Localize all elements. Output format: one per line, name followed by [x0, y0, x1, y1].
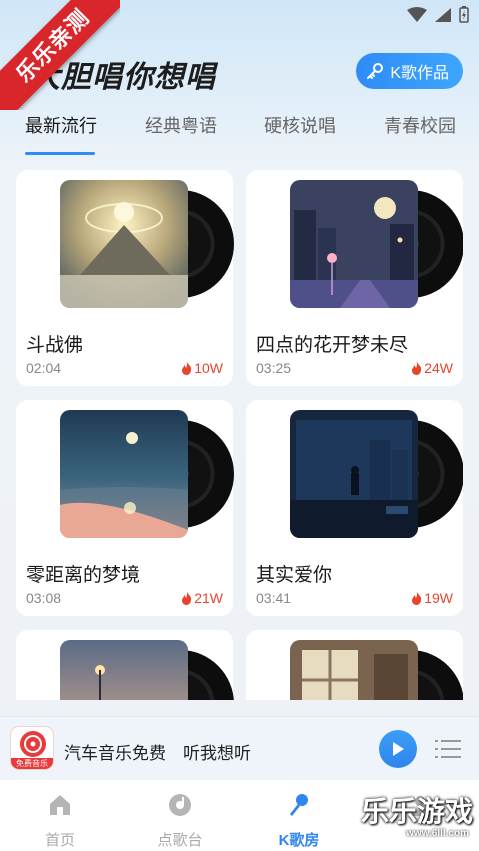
signal-icon — [435, 7, 451, 22]
category-tabs: 最新流行 经典粤语 硬核说唱 青春校园 — [0, 112, 479, 152]
play-count: 19W — [411, 590, 453, 606]
play-count-value: 21W — [194, 590, 223, 606]
nav-home-label: 首页 — [44, 832, 75, 849]
song-title: 四点的花开梦未尽 — [256, 335, 409, 356]
song-card[interactable]: 其实爱你 03:41 19W — [246, 400, 463, 616]
play-count: 21W — [181, 590, 223, 606]
album-cover — [60, 180, 188, 308]
watermark: 乐乐游戏 www.6lll.com — [359, 790, 479, 851]
nav-song-request-label: 点歌台 — [157, 832, 203, 849]
song-card[interactable] — [16, 630, 234, 700]
album-cover — [60, 410, 188, 538]
fire-icon — [412, 361, 422, 375]
nav-k-room[interactable]: K歌房 — [259, 792, 339, 850]
battery-icon — [459, 6, 469, 23]
album-cover — [290, 410, 418, 538]
home-icon — [50, 795, 70, 815]
watermark-url: www.6lll.com — [406, 828, 469, 839]
ribbon-text: 乐乐亲测 — [0, 0, 120, 110]
nav-song-request[interactable]: 点歌台 — [140, 792, 220, 850]
album-cover — [290, 180, 418, 308]
play-count-value: 19W — [424, 590, 453, 606]
song-title: 斗战佛 — [26, 335, 84, 356]
tab-hardcore-rap[interactable]: 硬核说唱 — [264, 112, 336, 138]
song-card[interactable] — [246, 630, 463, 700]
tab-latest[interactable]: 最新流行 — [25, 112, 97, 138]
song-card[interactable]: 零距离的梦境 03:08 21W — [16, 400, 234, 616]
song-duration: 02:04 — [26, 360, 62, 376]
play-count: 24W — [411, 360, 453, 376]
song-title: 零距离的梦境 — [26, 565, 141, 586]
playlist-icon[interactable] — [435, 737, 461, 761]
song-duration: 03:41 — [256, 590, 292, 606]
fire-icon — [182, 361, 192, 375]
microphone-icon — [290, 794, 308, 816]
app-logo: 免费音乐 — [10, 726, 54, 770]
mini-player[interactable]: 免费音乐 汽车音乐免费 听我想听 — [0, 716, 479, 780]
play-count: 10W — [181, 360, 223, 376]
fire-icon — [412, 591, 422, 605]
song-title: 其实爱你 — [256, 565, 333, 586]
play-icon — [393, 742, 404, 756]
play-button[interactable] — [379, 730, 417, 768]
song-duration: 03:08 — [26, 590, 62, 606]
album-cover — [60, 640, 188, 700]
fire-icon — [182, 591, 192, 605]
album-cover — [290, 640, 418, 700]
song-grid: 斗战佛 02:04 10W 四点的花开梦未尽 03:25 24W 零距离的梦境 … — [16, 170, 463, 700]
tab-cantonese[interactable]: 经典粤语 — [145, 112, 217, 138]
app-logo-label: 免费音乐 — [11, 758, 53, 769]
wifi-icon — [407, 6, 427, 22]
key-icon — [367, 63, 384, 79]
k-works-button[interactable]: K歌作品 — [356, 53, 463, 89]
music-disc-logo-icon — [20, 731, 46, 757]
player-title: 汽车音乐免费 听我想听 — [64, 744, 251, 763]
corner-ribbon: 乐乐亲测 — [0, 0, 120, 110]
song-card[interactable]: 四点的花开梦未尽 03:25 24W — [246, 170, 463, 386]
nav-home[interactable]: 首页 — [20, 792, 100, 850]
k-works-label: K歌作品 — [390, 65, 449, 82]
song-card[interactable]: 斗战佛 02:04 10W — [16, 170, 234, 386]
tab-indicator — [25, 152, 95, 155]
tab-campus[interactable]: 青春校园 — [384, 112, 456, 138]
watermark-text: 乐乐游戏 — [360, 796, 473, 827]
play-count-value: 24W — [424, 360, 453, 376]
play-count-value: 10W — [194, 360, 223, 376]
nav-k-room-label: K歌房 — [278, 832, 320, 849]
disc-icon — [169, 794, 191, 816]
song-duration: 03:25 — [256, 360, 292, 376]
